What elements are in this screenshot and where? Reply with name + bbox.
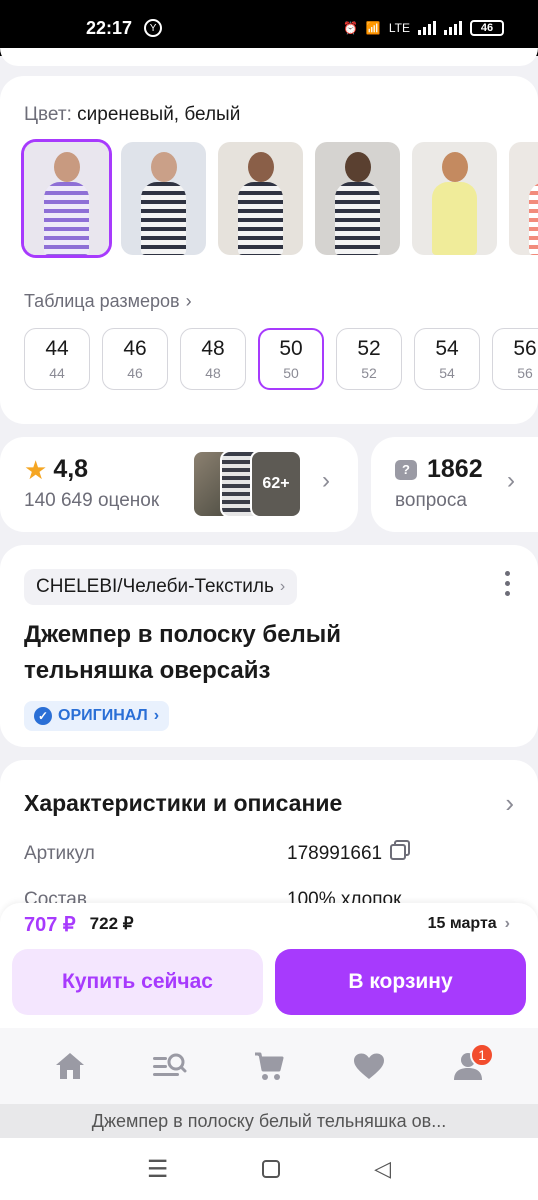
size-value: 44	[45, 337, 69, 360]
spec-row: Артикул 178991661	[24, 843, 514, 865]
swatch-coral[interactable]	[509, 142, 538, 255]
spec-value: 178991661	[287, 843, 407, 865]
brand-name: CHELEBI/Челеби-Текстиль	[36, 576, 274, 597]
nav-favorites[interactable]	[339, 1041, 399, 1091]
more-menu-icon[interactable]	[505, 571, 510, 596]
nav-cart[interactable]	[239, 1041, 299, 1091]
rating-count: 140 649 оценок	[24, 490, 160, 511]
original-label: ОРИГИНАЛ	[58, 707, 148, 724]
rating-value: 4,8	[53, 455, 89, 483]
swatch-navy-stripes[interactable]	[121, 142, 206, 255]
review-photos-more: 62+	[250, 450, 302, 518]
rating-card[interactable]: ★ 4,8 140 649 оценок 62+ ›	[0, 437, 358, 532]
old-price: 722 ₽	[89, 914, 134, 933]
profile-badge: 1	[470, 1043, 495, 1067]
size-option-54[interactable]: 54 54	[414, 328, 480, 390]
battery-icon: 46	[470, 20, 504, 36]
recent-apps-icon[interactable]: ☰	[147, 1155, 169, 1184]
question-icon: ?	[395, 459, 417, 480]
buy-bar: 707 ₽ 722 ₽ 15 марта › Купить сейчас В к…	[0, 903, 538, 1028]
size-ru: 46	[127, 365, 143, 381]
size-ru: 48	[205, 365, 221, 381]
article-number: 178991661	[287, 843, 383, 864]
cart-icon	[254, 1052, 284, 1080]
variant-card: Цвет: сиреневый, белый Таблица размеров …	[0, 76, 538, 424]
chevron-right-icon: ›	[505, 788, 514, 818]
delivery-date[interactable]: 15 марта ›	[428, 915, 510, 933]
swatch-lilac[interactable]	[24, 142, 109, 255]
size-ru: 52	[361, 365, 377, 381]
brand-link[interactable]: CHELEBI/Челеби-Текстиль ›	[24, 569, 298, 605]
size-ru: 50	[283, 365, 299, 381]
questions-label: вопроса	[395, 490, 467, 511]
size-option-52[interactable]: 52 52	[336, 328, 402, 390]
spec-key: Артикул	[24, 843, 95, 864]
size-value: 54	[435, 337, 459, 360]
add-to-cart-button[interactable]: В корзину	[275, 949, 526, 1015]
color-label-key: Цвет:	[24, 104, 72, 125]
size-ru: 56	[517, 365, 533, 381]
size-value: 52	[357, 337, 381, 360]
chevron-right-icon: ›	[504, 915, 510, 932]
size-table-link[interactable]: Таблица размеров ›	[24, 291, 538, 312]
swatch-black-stripes[interactable]	[218, 142, 303, 255]
color-label: Цвет: сиреневый, белый	[24, 104, 538, 126]
chevron-right-icon: ›	[153, 707, 160, 724]
review-photos[interactable]: 62+	[192, 450, 304, 518]
nav-home[interactable]	[40, 1041, 100, 1091]
chevron-right-icon: ›	[507, 467, 515, 494]
delivery-label: 15 марта	[427, 915, 497, 932]
home-button-icon[interactable]	[262, 1160, 281, 1178]
catalog-search-icon	[153, 1053, 187, 1076]
network-type: LTE	[388, 21, 410, 35]
nav-catalog[interactable]	[139, 1041, 199, 1091]
size-list: 44 44 46 46 48 48 50 50 52 52 54 54 56 56	[24, 328, 538, 390]
size-option-56[interactable]: 56 56	[492, 328, 538, 390]
swatch-yellow[interactable]	[412, 142, 497, 255]
nav-profile[interactable]: 1	[438, 1041, 498, 1091]
chevron-right-icon: ›	[279, 578, 286, 595]
color-label-value: сиреневый, белый	[77, 104, 241, 125]
questions-card[interactable]: ? 1862 вопроса ›	[371, 437, 538, 532]
system-nav: ☰ ◁	[0, 1138, 538, 1200]
size-option-48[interactable]: 48 48	[180, 328, 246, 390]
questions-count: 1862	[427, 455, 483, 483]
check-badge-icon: ✓	[34, 707, 52, 725]
size-ru: 54	[439, 365, 455, 381]
signal-icon-2	[444, 21, 462, 35]
size-value: 48	[201, 337, 225, 360]
star-icon: ★	[24, 454, 48, 485]
color-swatches	[24, 142, 538, 255]
size-value: 56	[513, 337, 537, 360]
copy-icon[interactable]	[390, 844, 407, 860]
product-card: CHELEBI/Челеби-Текстиль › Джемпер в поло…	[0, 545, 538, 747]
status-time: 22:17	[86, 17, 133, 38]
wifi-icon: 📶	[365, 21, 381, 35]
size-table-label: Таблица размеров	[24, 291, 180, 311]
buy-now-button[interactable]: Купить сейчас	[12, 949, 263, 1015]
notification-icon: Y	[144, 19, 163, 37]
previous-card-edge	[0, 48, 538, 66]
swatch-black-hem[interactable]	[315, 142, 400, 255]
size-option-46[interactable]: 46 46	[102, 328, 168, 390]
browser-page-title: Джемпер в полоску белый тельняшка ов...	[0, 1104, 538, 1138]
bottom-nav: 1	[0, 1028, 538, 1104]
back-icon[interactable]: ◁	[374, 1156, 391, 1182]
specs-heading: Характеристики и описание	[24, 790, 343, 816]
chevron-right-icon: ›	[322, 467, 330, 494]
original-badge[interactable]: ✓ ОРИГИНАЛ ›	[24, 701, 170, 731]
chevron-right-icon: ›	[185, 291, 192, 311]
size-ru: 44	[49, 365, 65, 381]
size-value: 50	[279, 337, 303, 360]
heart-icon	[353, 1053, 384, 1079]
product-title: Джемпер в полоску белый тельняшка оверса…	[24, 621, 342, 684]
size-option-50[interactable]: 50 50	[258, 328, 324, 390]
current-price: 707 ₽	[24, 913, 76, 936]
alarm-icon: ⏰	[342, 21, 358, 35]
home-icon	[55, 1053, 84, 1079]
size-value: 46	[123, 337, 147, 360]
signal-icon	[418, 21, 436, 35]
size-option-44[interactable]: 44 44	[24, 328, 90, 390]
